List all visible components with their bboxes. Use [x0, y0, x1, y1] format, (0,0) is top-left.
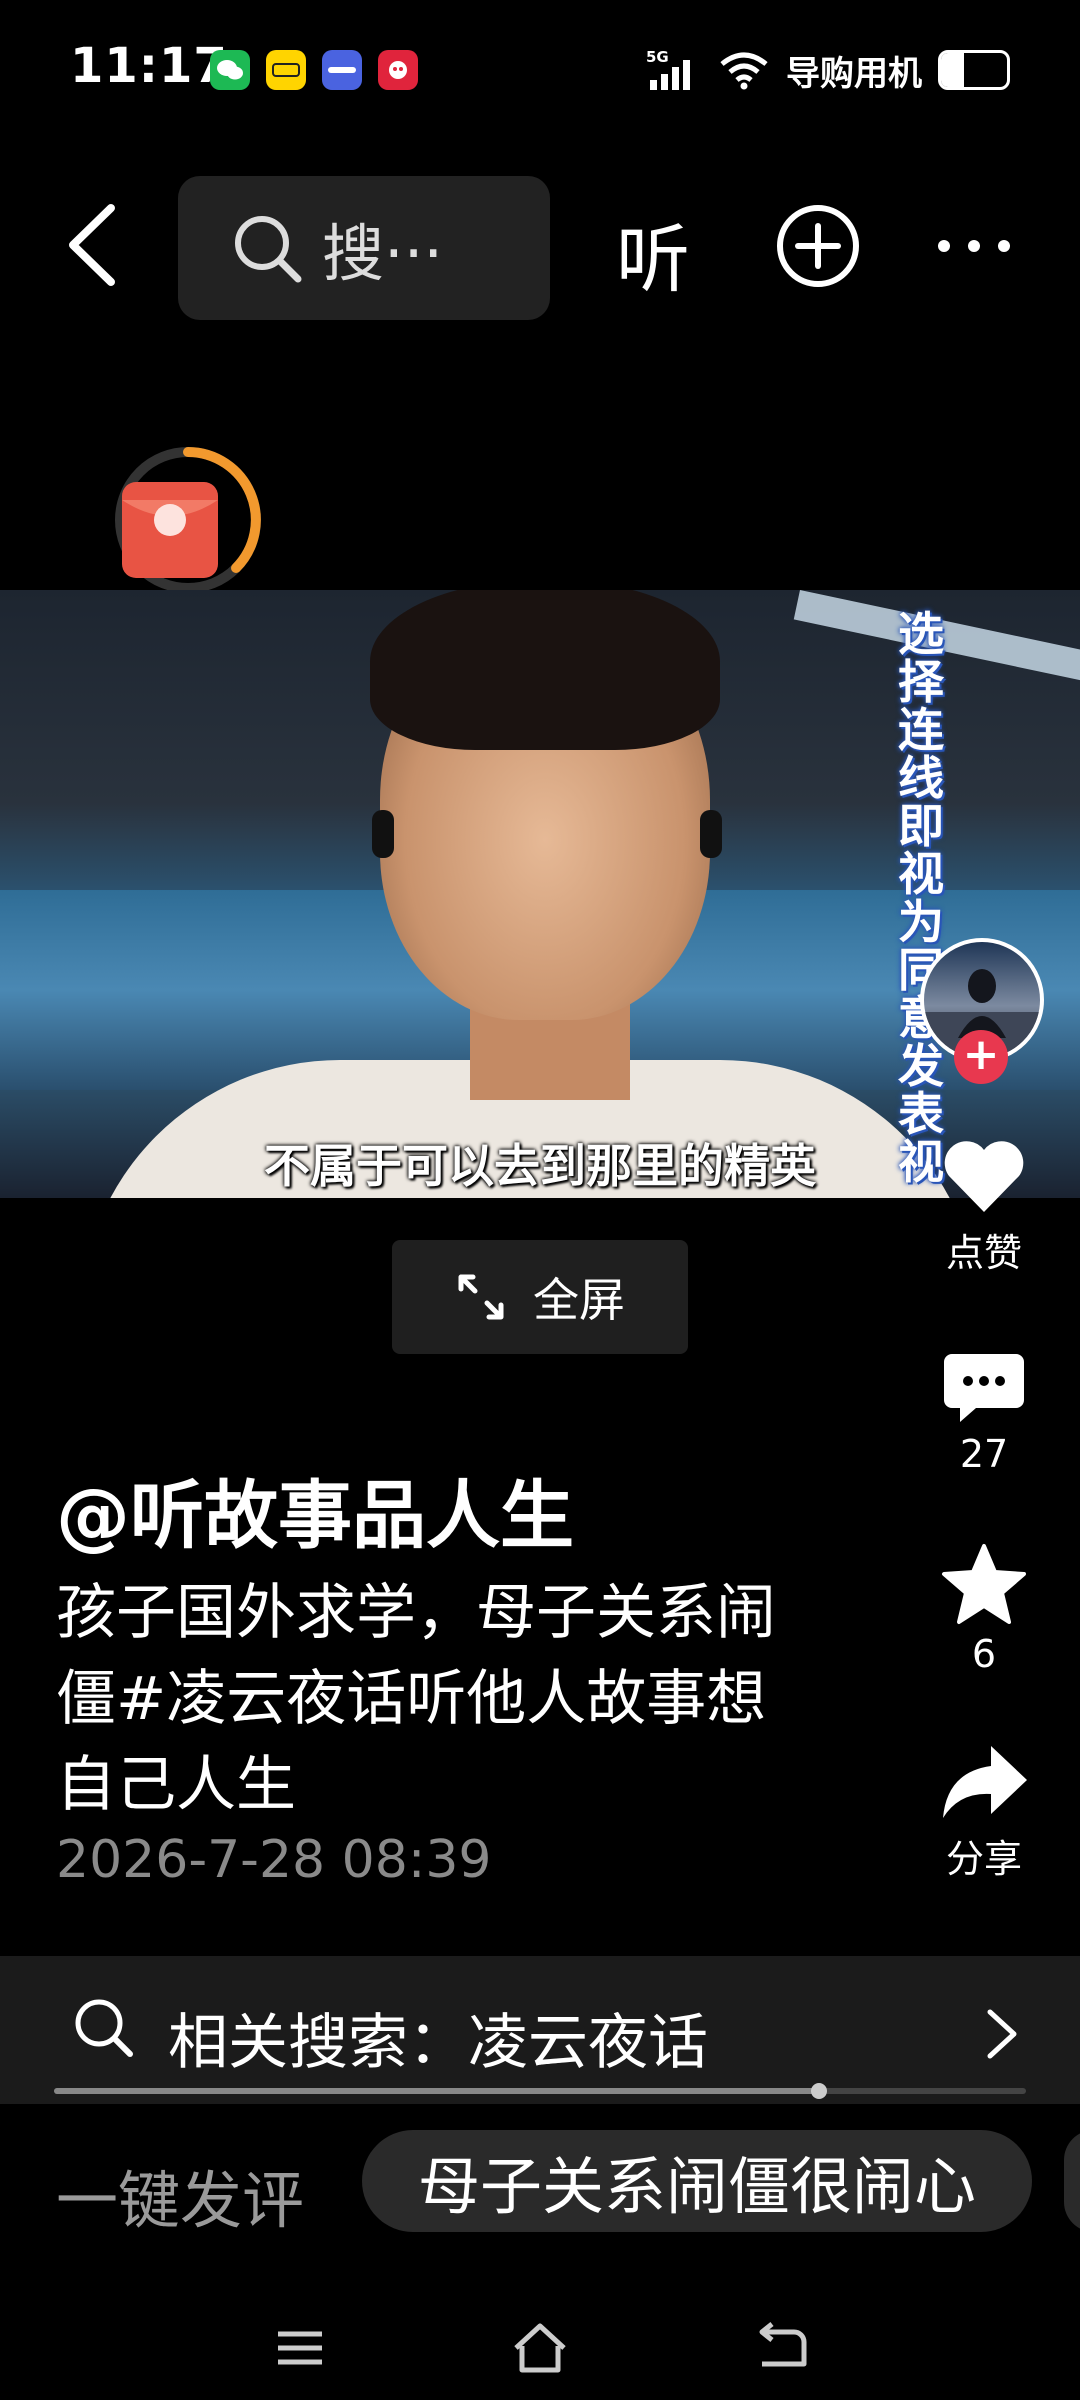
menu-button[interactable] — [270, 2318, 330, 2378]
quick-comment-suggestion[interactable]: 母子关系闹僵很闹心 — [362, 2130, 1032, 2232]
red-packet-timer[interactable] — [108, 440, 268, 600]
left-earbud — [372, 810, 394, 858]
vivo-icon — [322, 50, 362, 90]
fullscreen-button[interactable]: 全屏 — [392, 1240, 688, 1354]
status-bar: 11:17 5G 导购用机 — [0, 0, 1080, 140]
follow-button[interactable]: + — [954, 1030, 1008, 1084]
pinduoduo-icon — [378, 50, 418, 90]
home-button[interactable] — [510, 2318, 570, 2378]
heart-icon — [944, 1141, 1024, 1212]
top-nav: 搜··· 听 — [0, 170, 1080, 320]
wifi-icon — [720, 52, 768, 90]
menu-icon — [278, 2331, 322, 2365]
playback-progress-handle[interactable] — [810, 2083, 827, 2099]
wechat-icon — [210, 50, 250, 90]
related-search-bar[interactable]: 相关搜索：凌云夜话 — [0, 1956, 1080, 2104]
favorite-button[interactable]: 6 — [924, 1542, 1044, 1676]
quick-comment-label: 一键发评 — [56, 2164, 305, 2237]
star-icon — [942, 1544, 1026, 1624]
like-button[interactable]: 点赞 — [924, 1138, 1044, 1277]
quick-comment-next[interactable] — [1064, 2130, 1080, 2232]
like-label: 点赞 — [945, 1231, 1022, 1275]
cellular-signal-icon: 5G — [646, 48, 690, 90]
right-earbud — [700, 810, 722, 858]
xianyu-icon — [266, 50, 306, 90]
search-box[interactable]: 搜··· — [178, 176, 550, 320]
back-nav-button[interactable] — [750, 2318, 810, 2378]
fullscreen-label: 全屏 — [533, 1273, 625, 1327]
chevron-right-icon — [987, 2009, 1017, 2059]
status-right-group: 5G 导购用机 — [646, 40, 1010, 100]
expand-icon — [458, 1274, 504, 1320]
plus-circle-icon — [777, 205, 859, 287]
search-icon — [75, 1999, 133, 2057]
share-button[interactable]: 分享 — [924, 1742, 1044, 1883]
comment-button[interactable]: 27 — [924, 1350, 1044, 1476]
carrier-label: 导购用机 — [786, 53, 922, 94]
back-button[interactable] — [55, 200, 135, 290]
red-packet-icon — [115, 447, 261, 593]
comment-count: 27 — [959, 1432, 1009, 1476]
favorite-count: 6 — [971, 1632, 997, 1676]
video-player[interactable]: 不属于可以去到那里的精英 选择连线即视为同意发表视 — [0, 590, 1080, 1198]
battery-level — [941, 53, 965, 87]
share-arrow-icon — [943, 1746, 1027, 1818]
vertical-caption: 选择连线即视为同意发表视 — [898, 607, 944, 1189]
system-nav-bar — [0, 2300, 1080, 2400]
author-name[interactable]: @听故事品人生 — [56, 1456, 574, 1563]
playback-progress-fill — [54, 2088, 819, 2094]
add-button[interactable] — [772, 200, 864, 292]
status-time: 11:17 — [70, 38, 228, 94]
playback-progress-bar[interactable] — [54, 2083, 1026, 2099]
listen-button[interactable]: 听 — [616, 200, 690, 307]
post-description: 孩子国外求学，母子关系闹僵#凌云夜话听他人故事想自己人生 — [56, 1578, 776, 1820]
post-date: 2026-7-28 08:39 — [56, 1830, 492, 1890]
chevron-left-icon — [69, 204, 115, 286]
return-icon — [759, 2322, 807, 2367]
share-label: 分享 — [945, 1837, 1022, 1881]
search-placeholder: 搜··· — [322, 217, 444, 290]
comment-icon — [944, 1354, 1024, 1422]
more-dots-icon — [938, 240, 1010, 252]
person-hair — [370, 590, 720, 750]
more-button[interactable] — [934, 200, 1014, 292]
search-icon — [235, 216, 302, 283]
related-search-text: 相关搜索：凌云夜话 — [168, 2008, 708, 2078]
home-icon — [514, 2323, 566, 2373]
svg-text:5G: 5G — [646, 48, 669, 66]
battery-icon — [938, 50, 1010, 90]
